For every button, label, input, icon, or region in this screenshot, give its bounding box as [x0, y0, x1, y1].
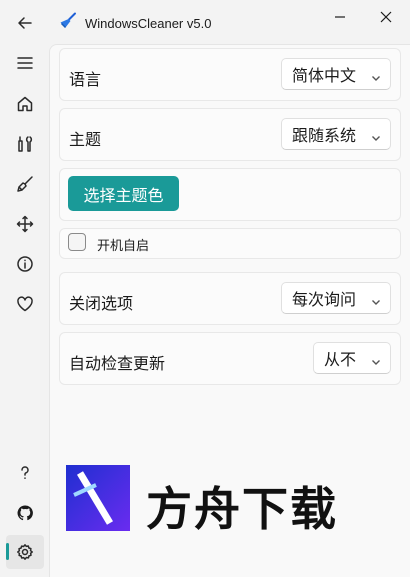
language-setting-card: 语言 简体中文: [59, 48, 401, 101]
title-bar: WindowsCleaner v5.0: [49, 0, 410, 44]
autostart-card: 开机自启: [59, 228, 401, 259]
app-title: WindowsCleaner v5.0: [85, 16, 212, 31]
nav-item-home[interactable]: [6, 87, 44, 121]
close-option-label: 关闭选项: [69, 296, 134, 313]
autostart-label: 开机自启: [97, 238, 150, 253]
theme-setting-card: 主题 跟随系统: [59, 108, 401, 161]
nav-item-move[interactable]: [6, 207, 44, 241]
watermark-text: 方舟下载: [146, 482, 338, 536]
language-value: 简体中文: [292, 68, 357, 85]
watermark-logo-icon: [66, 465, 130, 531]
nav-item-github[interactable]: [6, 496, 44, 530]
minimize-icon: [335, 16, 345, 18]
chevron-down-icon: [371, 130, 381, 141]
nav-item-clean[interactable]: [6, 167, 44, 201]
theme-dropdown[interactable]: 跟随系统: [281, 118, 391, 150]
back-button[interactable]: [6, 6, 44, 40]
auto-update-card: 自动检查更新 从不: [59, 332, 401, 385]
nav-item-settings[interactable]: [6, 535, 44, 569]
auto-update-dropdown[interactable]: 从不: [313, 342, 391, 374]
minimize-button[interactable]: [324, 6, 356, 28]
language-label: 语言: [69, 72, 102, 89]
broom-icon: [17, 176, 33, 192]
close-option-value: 每次询问: [292, 292, 357, 309]
theme-value: 跟随系统: [292, 128, 357, 145]
chevron-down-icon: [371, 294, 381, 305]
home-icon: [17, 96, 33, 112]
menu-icon: [17, 57, 33, 69]
back-arrow-icon: [18, 17, 32, 29]
chevron-down-icon: [371, 354, 381, 365]
menu-toggle-button[interactable]: [6, 46, 44, 80]
help-icon: [21, 466, 29, 480]
auto-update-label: 自动检查更新: [69, 356, 166, 373]
nav-item-about[interactable]: [6, 247, 44, 281]
settings-icon: [17, 544, 33, 560]
close-button[interactable]: [370, 6, 402, 28]
move-icon: [16, 215, 34, 233]
chevron-down-icon: [371, 70, 381, 81]
heart-icon: [17, 296, 33, 312]
close-option-card: 关闭选项 每次询问: [59, 272, 401, 325]
active-indicator: [6, 543, 9, 560]
autostart-checkbox[interactable]: [68, 233, 86, 251]
nav-item-support[interactable]: [6, 287, 44, 321]
choose-theme-color-button[interactable]: 选择主题色: [68, 176, 179, 211]
theme-color-card: 选择主题色: [59, 168, 401, 221]
language-dropdown[interactable]: 简体中文: [281, 58, 391, 90]
github-icon: [17, 505, 33, 521]
tools-icon: [18, 136, 33, 152]
close-option-dropdown[interactable]: 每次询问: [281, 282, 391, 314]
theme-label: 主题: [69, 132, 102, 149]
navigation-rail: [0, 0, 49, 577]
broom-logo-icon: [60, 12, 76, 29]
watermark: 方舟下载: [66, 465, 366, 536]
nav-item-help[interactable]: [6, 456, 44, 490]
nav-item-tools[interactable]: [6, 127, 44, 161]
info-icon: [17, 256, 33, 272]
close-icon: [380, 11, 392, 23]
auto-update-value: 从不: [324, 352, 357, 369]
